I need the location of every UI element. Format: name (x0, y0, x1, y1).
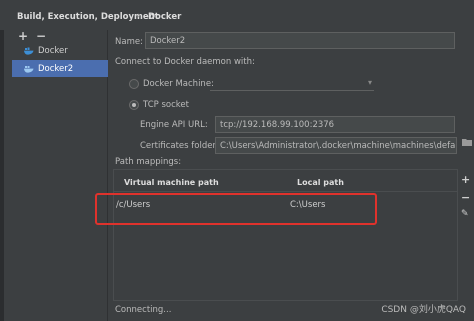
add-docker-button[interactable]: + (18, 30, 28, 42)
folder-icon[interactable] (462, 138, 472, 146)
certs-label: Certificates folder: (140, 141, 219, 151)
docker-list-item-docker2[interactable]: Docker2 (12, 60, 108, 77)
name-input[interactable]: Docker2 (145, 32, 455, 49)
connect-label: Connect to Docker daemon with: (115, 57, 255, 67)
chevron-down-icon: ▾ (367, 78, 372, 87)
watermark: CSDN @刘小虎QAQ (381, 305, 466, 315)
add-mapping-button[interactable]: + (461, 173, 470, 186)
tcp-socket-radio[interactable] (129, 100, 139, 110)
annotation-highlight-box (95, 193, 377, 225)
name-label: Name: (115, 37, 143, 47)
docker-icon (24, 65, 34, 73)
edit-mapping-button[interactable]: ✎ (461, 209, 469, 219)
engine-api-label: Engine API URL: (140, 120, 208, 130)
remove-mapping-button[interactable]: − (461, 191, 470, 204)
docker-icon (24, 46, 34, 55)
docker-list-item-docker[interactable]: Docker (12, 42, 108, 59)
docker-list-item-label: Docker (38, 45, 68, 56)
remove-docker-button[interactable]: − (36, 30, 46, 42)
docker-list-panel: + − Docker Docker2 (4, 30, 108, 321)
docker-list-item-label: Docker2 (38, 63, 74, 74)
column-header-vm-path[interactable]: Virtual machine path (124, 178, 219, 187)
certs-input[interactable]: C:\Users\Administrator\.docker\machine\m… (215, 137, 457, 154)
breadcrumb-separator: › (137, 11, 141, 21)
path-mappings-table: Virtual machine path Local path /c/Users… (113, 169, 458, 301)
engine-api-input[interactable]: tcp://192.168.99.100:2376 (215, 116, 455, 133)
docker-machine-radio[interactable] (129, 79, 139, 89)
table-side-toolbar: + − ✎ (458, 169, 474, 301)
docker-machine-combo[interactable]: ▾ (210, 77, 374, 91)
breadcrumb: Build, Execution, Deployment › Docker (0, 0, 474, 30)
connection-status: Connecting... (115, 305, 172, 315)
breadcrumb-page: Docker (148, 12, 182, 22)
column-header-local-path[interactable]: Local path (297, 178, 344, 187)
path-mappings-label: Path mappings: (115, 157, 182, 167)
table-header: Virtual machine path Local path (114, 170, 457, 192)
docker-machine-label: Docker Machine: (143, 79, 214, 89)
tcp-socket-label: TCP socket (143, 100, 189, 110)
